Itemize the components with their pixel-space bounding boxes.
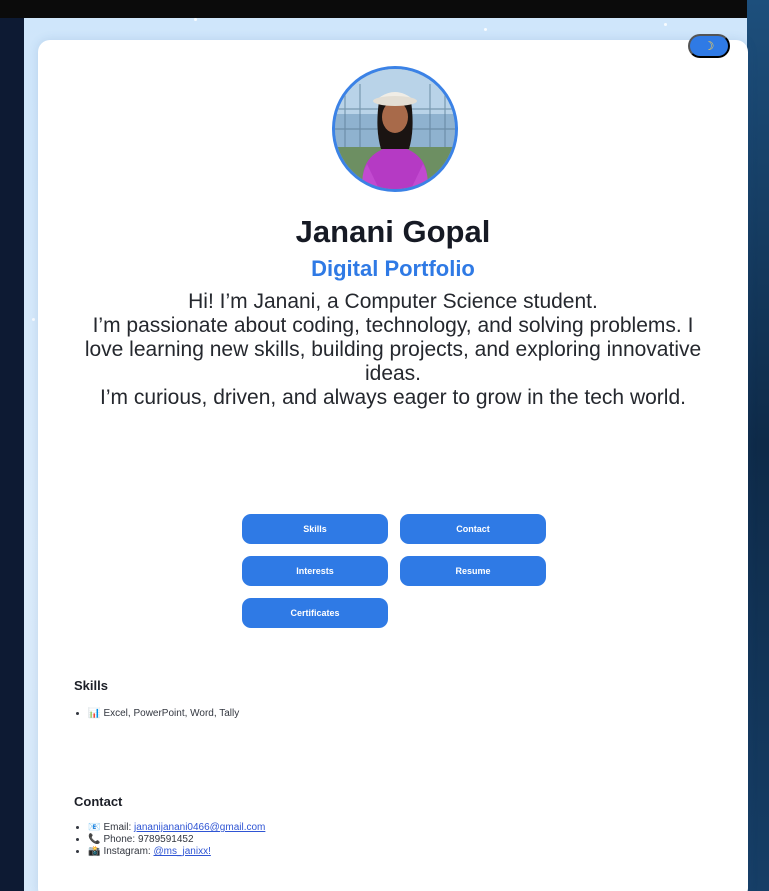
top-strip: [0, 0, 769, 18]
star-decoration: [32, 318, 35, 321]
list-item: 📞Phone: 9789591452: [88, 834, 265, 846]
email-link[interactable]: jananijanani0466@gmail.com: [134, 822, 265, 833]
contact-button[interactable]: Contact: [400, 514, 546, 544]
camera-icon: 📸: [88, 846, 101, 857]
portfolio-card: ☽ Janani Gopal Digital Portfolio Hi! I’m…: [38, 34, 748, 891]
profile-subtitle: Digital Portfolio: [311, 256, 475, 281]
star-decoration: [484, 28, 487, 31]
list-item: 📊Excel, PowerPoint, Word, Tally: [88, 708, 239, 720]
moon-icon: ☽: [703, 39, 715, 53]
profile-name: Janani Gopal: [295, 214, 491, 249]
star-decoration: [664, 23, 667, 26]
list-item: 📧Email: jananijanani0466@gmail.com: [88, 822, 265, 834]
instagram-link[interactable]: @ms_janixx!: [153, 846, 210, 857]
contact-list: 📧Email: jananijanani0466@gmail.com 📞Phon…: [74, 822, 265, 858]
phone-icon: 📞: [88, 834, 101, 845]
bio-line: Hi! I’m Janani, a Computer Science stude…: [188, 290, 598, 313]
nav-button-grid: Skills Contact Interests Resume Certific…: [242, 514, 546, 628]
profile-bio: Hi! I’m Janani, a Computer Science stude…: [78, 290, 708, 410]
profile-photo-icon: [335, 69, 455, 189]
theme-toggle-button[interactable]: ☽: [688, 34, 730, 58]
skills-button[interactable]: Skills: [242, 514, 388, 544]
contact-section-title: Contact: [74, 794, 123, 809]
email-icon: 📧: [88, 822, 101, 833]
phone-value: 9789591452: [137, 834, 194, 845]
avatar: [332, 66, 458, 192]
certificates-button[interactable]: Certificates: [242, 598, 388, 628]
skill-text: Excel, PowerPoint, Word, Tally: [103, 708, 240, 719]
list-item: 📸Instagram: @ms_janixx!: [88, 846, 265, 858]
resume-button[interactable]: Resume: [400, 556, 546, 586]
email-label: Email:: [103, 822, 132, 833]
phone-label: Phone:: [103, 834, 136, 845]
bio-line: I’m passionate about coding, technology,…: [84, 314, 702, 385]
skills-section-title: Skills: [74, 678, 108, 693]
instagram-label: Instagram:: [103, 846, 151, 857]
bio-line: I’m curious, driven, and always eager to…: [100, 386, 686, 409]
decorative-ribbon: [747, 0, 769, 891]
chart-icon: 📊: [88, 708, 101, 719]
interests-button[interactable]: Interests: [242, 556, 388, 586]
star-decoration: [194, 18, 197, 21]
skills-list: 📊Excel, PowerPoint, Word, Tally: [74, 708, 239, 720]
